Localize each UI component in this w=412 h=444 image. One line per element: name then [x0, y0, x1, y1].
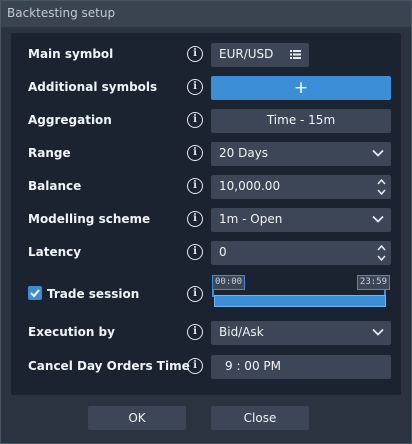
main-symbol-value: EUR/USD	[219, 47, 274, 61]
session-range-track[interactable]	[214, 295, 386, 307]
plus-icon: +	[293, 78, 309, 98]
execution-by-dropdown[interactable]: Bid/Ask	[211, 321, 391, 345]
trade-session-range: 00:00 23:59	[211, 275, 391, 311]
info-icon[interactable]: i	[187, 112, 203, 128]
session-start-time[interactable]: 00:00	[212, 275, 246, 290]
dialog-title: Backtesting setup	[7, 6, 116, 20]
balance-value: 10,000.00	[219, 179, 281, 193]
range-dropdown[interactable]: 20 Days	[211, 142, 391, 166]
cancel-time-value: 9 : 00 PM	[225, 359, 281, 373]
aggregation-value: Time - 15m	[266, 113, 336, 127]
chevron-down-icon	[372, 328, 384, 336]
chevron-down-icon	[372, 149, 384, 157]
modelling-scheme-dropdown[interactable]: 1m - Open	[211, 208, 391, 232]
info-icon[interactable]: i	[187, 324, 203, 340]
aggregation-label: Aggregation	[28, 113, 112, 127]
trade-session-label: Trade session	[47, 287, 140, 301]
info-icon[interactable]: i	[187, 79, 203, 95]
row-main-symbol: Main symbol i EUR/USD	[11, 43, 401, 67]
checkmark-icon	[30, 289, 40, 298]
row-execution-by: Execution by i Bid/Ask	[11, 321, 401, 345]
spinner-arrows-icon[interactable]	[377, 176, 386, 198]
info-icon[interactable]: i	[187, 211, 203, 227]
balance-input[interactable]: 10,000.00	[211, 175, 391, 199]
chevron-down-icon	[372, 215, 384, 223]
balance-label: Balance	[28, 179, 82, 193]
list-icon	[290, 50, 301, 59]
info-icon[interactable]: i	[187, 244, 203, 260]
settings-panel: Main symbol i EUR/USD Additional symbols…	[11, 33, 401, 395]
latency-label: Latency	[28, 245, 82, 259]
info-icon[interactable]: i	[187, 358, 203, 374]
modelling-scheme-value: 1m - Open	[219, 212, 283, 226]
session-end-time[interactable]: 23:59	[356, 275, 390, 290]
execution-by-value: Bid/Ask	[219, 325, 264, 339]
main-symbol-label: Main symbol	[28, 47, 114, 61]
backtesting-setup-dialog: Backtesting setup Main symbol i EUR/USD …	[0, 0, 412, 444]
row-aggregation: Aggregation i Time - 15m	[11, 109, 401, 133]
row-trade-session: Trade session i 00:00 23:59	[11, 275, 401, 311]
latency-input[interactable]: 0	[211, 241, 391, 265]
modelling-scheme-label: Modelling scheme	[28, 212, 151, 226]
row-cancel-day-orders-time: Cancel Day Orders Time i 9 : 00 PM	[11, 355, 401, 379]
info-icon[interactable]: i	[187, 46, 203, 62]
ok-button[interactable]: OK	[88, 406, 186, 430]
row-range: Range i 20 Days	[11, 142, 401, 166]
add-symbol-button[interactable]: +	[211, 76, 391, 100]
execution-by-label: Execution by	[28, 325, 115, 339]
trade-session-checkbox[interactable]	[28, 286, 42, 300]
row-modelling-scheme: Modelling scheme i 1m - Open	[11, 208, 401, 232]
info-icon[interactable]: i	[187, 286, 203, 302]
latency-value: 0	[219, 245, 227, 259]
close-button[interactable]: Close	[211, 406, 309, 430]
row-balance: Balance i 10,000.00	[11, 175, 401, 199]
row-latency: Latency i 0	[11, 241, 401, 265]
spinner-arrows-icon[interactable]	[377, 242, 386, 264]
cancel-time-input[interactable]: 9 : 00 PM	[211, 355, 391, 379]
main-symbol-selector[interactable]: EUR/USD	[211, 43, 309, 67]
title-bar[interactable]: Backtesting setup	[1, 1, 411, 27]
aggregation-button[interactable]: Time - 15m	[211, 109, 391, 133]
info-icon[interactable]: i	[187, 178, 203, 194]
additional-symbols-label: Additional symbols	[28, 80, 158, 94]
range-label: Range	[28, 146, 71, 160]
row-additional-symbols: Additional symbols i +	[11, 76, 401, 100]
cancel-day-orders-time-label: Cancel Day Orders Time	[28, 359, 190, 373]
range-value: 20 Days	[219, 146, 269, 160]
info-icon[interactable]: i	[187, 145, 203, 161]
